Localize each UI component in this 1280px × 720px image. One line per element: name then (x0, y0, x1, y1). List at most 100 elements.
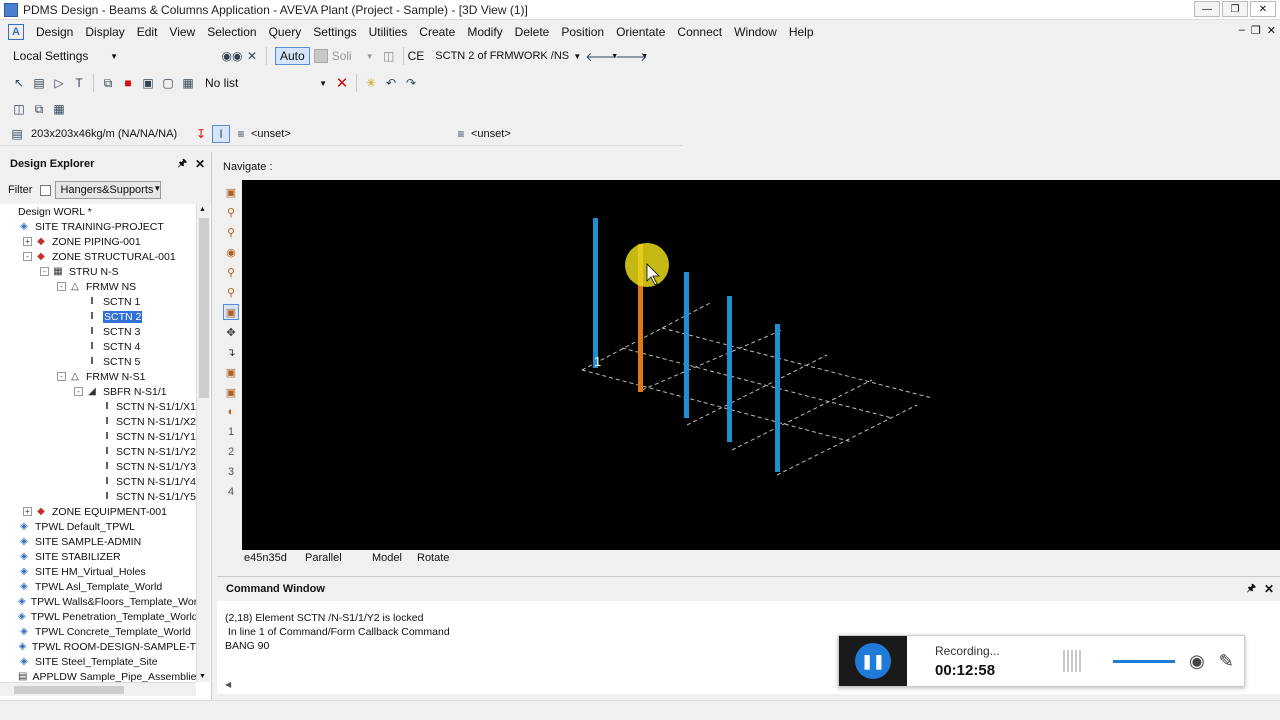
menu-position[interactable]: Position (555, 25, 610, 39)
3d-canvas[interactable]: 1 (242, 180, 1280, 550)
tree-node[interactable]: - ◆ ZONE STRUCTURAL-001 (0, 249, 196, 264)
model-icon[interactable]: ▣ (223, 304, 239, 320)
forward-arrow-icon[interactable]: 🡒 (615, 47, 647, 65)
tree-node[interactable]: I SCTN 4 (0, 339, 196, 354)
scroll-thumb[interactable] (14, 686, 124, 694)
cancel-icon[interactable]: ✕ (243, 47, 261, 65)
tree-node[interactable]: I SCTN 5 (0, 354, 196, 369)
saved-view-1-icon[interactable]: 1 (223, 424, 239, 440)
zoom-fit-icon[interactable]: ⚲ (223, 224, 239, 240)
fly-icon[interactable]: ↴ (223, 344, 239, 360)
back-arrow-icon[interactable]: 🡐 (585, 47, 617, 65)
expand-icon[interactable]: + (23, 237, 32, 246)
menu-edit[interactable]: Edit (131, 25, 164, 39)
menu-window[interactable]: Window (728, 25, 783, 39)
menu-create[interactable]: Create (413, 25, 461, 39)
filter-checkbox[interactable] (40, 184, 52, 196)
close-icon[interactable]: ✕ (1250, 1, 1276, 17)
color-swatch[interactable] (313, 49, 328, 63)
pointer-icon[interactable]: ↖ (10, 74, 28, 92)
saved-view-4-icon[interactable]: 4 (223, 484, 239, 500)
close-icon[interactable]: ✕ (195, 157, 205, 171)
tree-node[interactable]: I SCTN N-S1/1/Y2 (0, 444, 196, 459)
menu-delete[interactable]: Delete (509, 25, 556, 39)
tree-node[interactable]: ◈ TPWL ROOM-DESIGN-SAMPLE-T (0, 639, 196, 654)
tree-node[interactable]: + ◆ ZONE EQUIPMENT-001 (0, 504, 196, 519)
redo-icon[interactable]: ↷ (402, 74, 420, 92)
zoom-box-icon[interactable]: ⚲ (223, 204, 239, 220)
menu-help[interactable]: Help (783, 25, 820, 39)
collapse-icon[interactable]: - (74, 387, 83, 396)
collapse-icon[interactable]: - (23, 252, 32, 261)
play-icon[interactable]: ▷ (50, 74, 68, 92)
tree-node[interactable]: - ▦ STRU N-S (0, 264, 196, 279)
mdi-minimize-icon[interactable]: – (1239, 24, 1245, 37)
column[interactable] (684, 272, 689, 418)
look-icon[interactable]: ◉ (223, 244, 239, 260)
maximize-icon[interactable]: ❐ (1222, 1, 1248, 17)
local-settings-dropdown[interactable]: Local Settings ▼ (8, 46, 123, 66)
cylinder-icon[interactable]: ◫ (380, 47, 398, 65)
solid-dropdown[interactable]: Soli (332, 49, 352, 63)
clip-icon[interactable]: ▣ (223, 384, 239, 400)
sparkle-icon[interactable]: ✳ (362, 74, 380, 92)
windows-icon[interactable]: ⧉ (30, 100, 48, 118)
tree-node[interactable]: ◈ SITE Steel_Template_Site (0, 654, 196, 669)
tree-node[interactable]: ◈ TPWL Concrete_Template_World (0, 624, 196, 639)
tree-node[interactable]: ◈ SITE SAMPLE-ADMIN (0, 534, 196, 549)
saved-view-2-icon[interactable]: 2 (223, 444, 239, 460)
menu-settings[interactable]: Settings (307, 25, 362, 39)
tree-node[interactable]: ▤ APPLDW Sample_Pipe_Assemblies (0, 669, 196, 683)
chevron-down-icon[interactable]: ▼ (366, 52, 374, 61)
save-icon[interactable]: ■ (119, 74, 137, 92)
collapse-icon[interactable]: - (40, 267, 49, 276)
text-tool-icon[interactable]: T (70, 74, 88, 92)
pan-icon[interactable]: ✥ (223, 324, 239, 340)
minimize-icon[interactable]: — (1194, 1, 1220, 17)
filter-dropdown[interactable]: Hangers&Supports ▼ (55, 181, 162, 199)
justification-icon[interactable]: ↧ (192, 125, 210, 143)
copy-icon[interactable]: ⧉ (99, 74, 117, 92)
list-dropdown[interactable]: No list ▼ (200, 73, 332, 93)
tree-node[interactable]: I SCTN N-S1/1/Y1 (0, 429, 196, 444)
section-icon[interactable]: ◐ (223, 404, 239, 420)
tree-node[interactable]: I SCTN N-S1/1/Y4 (0, 474, 196, 489)
volume-slider[interactable] (1113, 659, 1175, 663)
mdi-restore-icon[interactable]: ❐ (1251, 24, 1261, 37)
menu-query[interactable]: Query (263, 25, 308, 39)
tree-node[interactable]: I SCTN N-S1/1/X1 (0, 399, 196, 414)
pause-button[interactable]: ❚❚ (855, 643, 891, 679)
list-icon[interactable]: ▦ (179, 74, 197, 92)
pin-icon[interactable]: 🖈 (178, 156, 187, 173)
webcam-icon[interactable]: ◉ (1189, 651, 1205, 672)
tree-node[interactable]: I SCTN N-S1/1/Y5 (0, 489, 196, 504)
collapse-icon[interactable]: - (57, 282, 66, 291)
tree-node[interactable]: I SCTN 2 (0, 309, 196, 324)
tree-node[interactable]: ◈ TPWL Default_TPWL (0, 519, 196, 534)
expand-icon[interactable]: + (23, 507, 32, 516)
scroll-up-icon[interactable]: ▲ (199, 206, 206, 213)
tree-node[interactable]: - ◢ SBFR N-S1/1 (0, 384, 196, 399)
walk-icon[interactable]: ▣ (223, 184, 239, 200)
binoculars-icon[interactable]: ◉◉ (222, 47, 243, 65)
tree-node[interactable]: I SCTN 1 (0, 294, 196, 309)
pen-icon[interactable]: ✎ (1219, 651, 1234, 672)
tree-node[interactable]: ◈ TPWL Walls&Floors_Template_Worl (0, 594, 196, 609)
menu-modify[interactable]: Modify (461, 25, 508, 39)
collapse-icon[interactable]: - (57, 372, 66, 381)
layout-icon[interactable]: ◫ (10, 100, 28, 118)
zoom-out-icon[interactable]: ⚲ (223, 284, 239, 300)
tree-node[interactable]: ◈ TPWL Asl_Template_World (0, 579, 196, 594)
tree-vertical-scrollbar[interactable]: ▲ ▼ (196, 204, 210, 682)
tree-horizontal-scrollbar[interactable] (0, 682, 196, 696)
save-work-icon[interactable]: ▤ (30, 74, 48, 92)
frame-icon[interactable]: ▢ (159, 74, 177, 92)
column[interactable] (727, 296, 732, 442)
tree-node[interactable]: ◈ TPWL Penetration_Template_World (0, 609, 196, 624)
menu-connect[interactable]: Connect (671, 25, 728, 39)
menu-selection[interactable]: Selection (201, 25, 262, 39)
menu-display[interactable]: Display (79, 25, 130, 39)
scroll-down-icon[interactable]: ▼ (199, 673, 206, 680)
chevron-down-icon[interactable]: ▼ (641, 53, 648, 60)
menu-design[interactable]: Design (30, 25, 79, 39)
